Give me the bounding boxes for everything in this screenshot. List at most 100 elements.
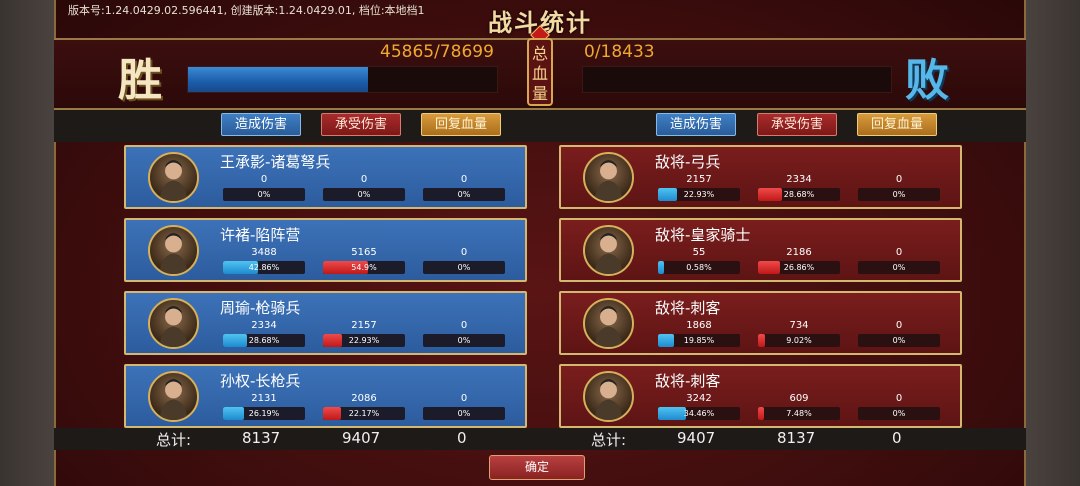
victory-label: 胜 — [118, 55, 162, 106]
defeat-label: 败 — [905, 55, 949, 106]
stat-healing: 0 0% — [858, 174, 940, 204]
stat-percent: 9.02% — [786, 336, 812, 345]
right-gutter — [1026, 0, 1080, 486]
stat-value: 1868 — [686, 320, 712, 331]
stat-damage-dealt: 0 0% — [223, 174, 305, 204]
stat-value: 0 — [460, 320, 468, 331]
stat-percent: 0.58% — [686, 263, 712, 272]
unit-name: 王承影-诸葛弩兵 — [220, 153, 331, 171]
stat-percent: 22.93% — [683, 190, 715, 199]
stat-bar: 0% — [423, 334, 505, 347]
portrait-icon — [148, 152, 199, 203]
stat-damage-taken: 609 7.48% — [758, 393, 840, 423]
unit-name: 敌将-刺客 — [655, 299, 721, 317]
portrait-icon — [148, 371, 199, 422]
stat-bar: 0% — [858, 334, 940, 347]
stat-bar: 0% — [858, 261, 940, 274]
stat-percent: 54.9% — [351, 263, 377, 272]
stat-value: 0 — [895, 393, 903, 404]
enemy-unit-card: 敌将-弓兵 2157 22.93% 2334 28.68% 0 0% — [559, 145, 962, 209]
stat-healing: 0 0% — [423, 320, 505, 350]
stat-bar: 22.17% — [323, 407, 405, 420]
stat-bar: 0% — [223, 188, 305, 201]
stat-percent: 0% — [892, 263, 906, 272]
left-tab-damage-dealt[interactable]: 造成伤害 — [221, 113, 301, 136]
stat-damage-taken: 2157 22.93% — [323, 320, 405, 350]
stat-healing: 0 0% — [858, 320, 940, 350]
stat-damage-dealt: 3242 34.46% — [658, 393, 740, 423]
stat-percent: 19.85% — [683, 336, 715, 345]
confirm-button[interactable]: 确定 — [489, 455, 585, 480]
stat-bar: 0% — [858, 407, 940, 420]
enemy-unit-card: 敌将-刺客 1868 19.85% 734 9.02% 0 0% — [559, 291, 962, 355]
stat-damage-taken: 2186 26.86% — [758, 247, 840, 277]
enemy-unit-card: 敌将-刺客 3242 34.46% 609 7.48% 0 0% — [559, 364, 962, 428]
stat-bar: 0% — [323, 188, 405, 201]
left-hp-bar — [187, 66, 498, 93]
left-tab-damage-taken[interactable]: 承受伤害 — [321, 113, 401, 136]
enemy-unit-card: 敌将-皇家骑士 55 0.58% 2186 26.86% 0 0% — [559, 218, 962, 282]
stat-healing: 0 0% — [858, 247, 940, 277]
stat-damage-taken: 2334 28.68% — [758, 174, 840, 204]
right-total-healing: 0 — [892, 429, 902, 447]
stat-healing: 0 0% — [423, 247, 505, 277]
unit-name: 敌将-弓兵 — [655, 153, 721, 171]
stat-damage-taken: 734 9.02% — [758, 320, 840, 350]
right-tab-healing[interactable]: 回复血量 — [857, 113, 937, 136]
stat-value: 0 — [460, 174, 468, 185]
stat-value: 0 — [895, 174, 903, 185]
stat-healing: 0 0% — [423, 393, 505, 423]
stat-bar: 0% — [858, 188, 940, 201]
stat-damage-taken: 2086 22.17% — [323, 393, 405, 423]
stat-percent: 0% — [892, 409, 906, 418]
stat-value: 0 — [460, 393, 468, 404]
stat-percent: 0% — [457, 409, 471, 418]
stat-percent: 22.17% — [348, 409, 380, 418]
unit-name: 敌将-皇家骑士 — [655, 226, 751, 244]
stat-percent: 0% — [892, 336, 906, 345]
right-tab-damage-dealt[interactable]: 造成伤害 — [656, 113, 736, 136]
stat-value: 0 — [895, 320, 903, 331]
left-hp-text: 45865/78699 — [380, 42, 494, 62]
unit-name: 敌将-刺客 — [655, 372, 721, 390]
stat-bar: 28.68% — [758, 188, 840, 201]
stat-bar: 7.48% — [758, 407, 840, 420]
stat-damage-dealt: 3488 42.86% — [223, 247, 305, 277]
stat-bar: 9.02% — [758, 334, 840, 347]
portrait-icon — [148, 298, 199, 349]
stat-damage-taken: 0 0% — [323, 174, 405, 204]
stat-value: 0 — [360, 174, 368, 185]
ally-unit-card: 孙权-长枪兵 2131 26.19% 2086 22.17% 0 0% — [124, 364, 527, 428]
stat-value: 55 — [692, 247, 706, 258]
stat-percent: 0% — [457, 190, 471, 199]
stat-damage-taken: 5165 54.9% — [323, 247, 405, 277]
left-tab-healing[interactable]: 回复血量 — [421, 113, 501, 136]
stat-value: 5165 — [351, 247, 377, 258]
right-tab-damage-taken[interactable]: 承受伤害 — [757, 113, 837, 136]
stat-bar: 0% — [423, 261, 505, 274]
stat-percent: 0% — [257, 190, 271, 199]
totals-row — [54, 428, 1026, 450]
ally-unit-card: 王承影-诸葛弩兵 0 0% 0 0% 0 0% — [124, 145, 527, 209]
stat-bar: 0% — [423, 407, 505, 420]
total-hp-char-2: 血 — [531, 64, 548, 83]
stat-value: 609 — [789, 393, 809, 404]
stat-bar: 54.9% — [323, 261, 405, 274]
stat-percent: 28.68% — [248, 336, 280, 345]
right-total-damage-dealt: 9407 — [677, 429, 716, 447]
left-total-healing: 0 — [457, 429, 467, 447]
left-gutter — [0, 0, 54, 486]
unit-name: 周瑜-枪骑兵 — [220, 299, 301, 317]
portrait-icon — [583, 298, 634, 349]
left-totals-label: 总计: — [156, 431, 192, 449]
stat-damage-dealt: 55 0.58% — [658, 247, 740, 277]
stat-percent: 0% — [457, 263, 471, 272]
portrait-icon — [148, 225, 199, 276]
stat-bar: 22.93% — [323, 334, 405, 347]
total-hp-char-1: 总 — [531, 44, 548, 63]
stat-damage-dealt: 2157 22.93% — [658, 174, 740, 204]
left-hp-bar-fill — [188, 67, 369, 92]
stat-value: 2186 — [786, 247, 812, 258]
stat-percent: 34.46% — [683, 409, 715, 418]
portrait-icon — [583, 225, 634, 276]
